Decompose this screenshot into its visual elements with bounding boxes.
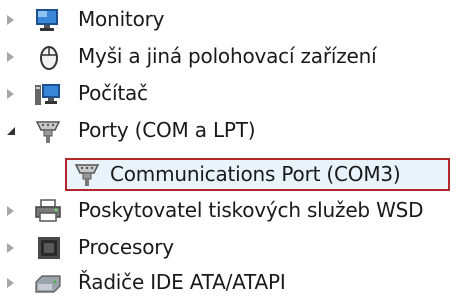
tree-item-communications-port[interactable]: Communications Port (COM3) [0,156,468,192]
tree-item-radice-ide[interactable]: Řadiče IDE ATA/ATAPI [0,265,468,301]
monitor-icon [34,7,62,33]
printer-icon [34,198,62,224]
tree-item-label: Procesory [78,235,174,259]
expand-arrow-icon[interactable] [7,278,14,288]
tree-item-label: Myši a jiná polohovací zařízení [78,44,377,68]
collapse-arrow-icon[interactable] [7,127,15,135]
tree-item-monitory[interactable]: Monitory [0,2,468,38]
tree-item-label: Počítač [78,81,148,105]
tree-item-mysi[interactable]: Myši a jiná polohovací zařízení [0,39,468,75]
tree-item-pocitac[interactable]: Počítač [0,76,468,112]
expand-arrow-icon[interactable] [7,89,14,99]
mouse-icon [36,44,64,70]
port-icon [73,161,101,187]
tree-item-label: Porty (COM a LPT) [78,118,256,142]
computer-icon [34,81,62,107]
expand-arrow-icon[interactable] [7,243,14,253]
tree-item-label: Řadiče IDE ATA/ATAPI [78,270,286,294]
expand-arrow-icon[interactable] [7,206,14,216]
expand-arrow-icon[interactable] [7,15,14,25]
device-manager-tree: Monitory Myši a jiná polohovací zařízení [0,0,468,297]
tree-item-porty[interactable]: Porty (COM a LPT) [0,113,468,149]
ide-controller-icon [34,270,62,296]
port-icon [34,118,62,144]
tree-item-label: Poskytovatel tiskových služeb WSD [78,198,424,222]
tree-item-poskytovatel[interactable]: Poskytovatel tiskových služeb WSD [0,193,468,229]
expand-arrow-icon[interactable] [7,52,14,62]
processor-icon [36,235,64,261]
tree-item-label: Monitory [78,7,165,31]
tree-item-procesory[interactable]: Procesory [0,230,468,266]
tree-item-label: Communications Port (COM3) [110,162,401,186]
